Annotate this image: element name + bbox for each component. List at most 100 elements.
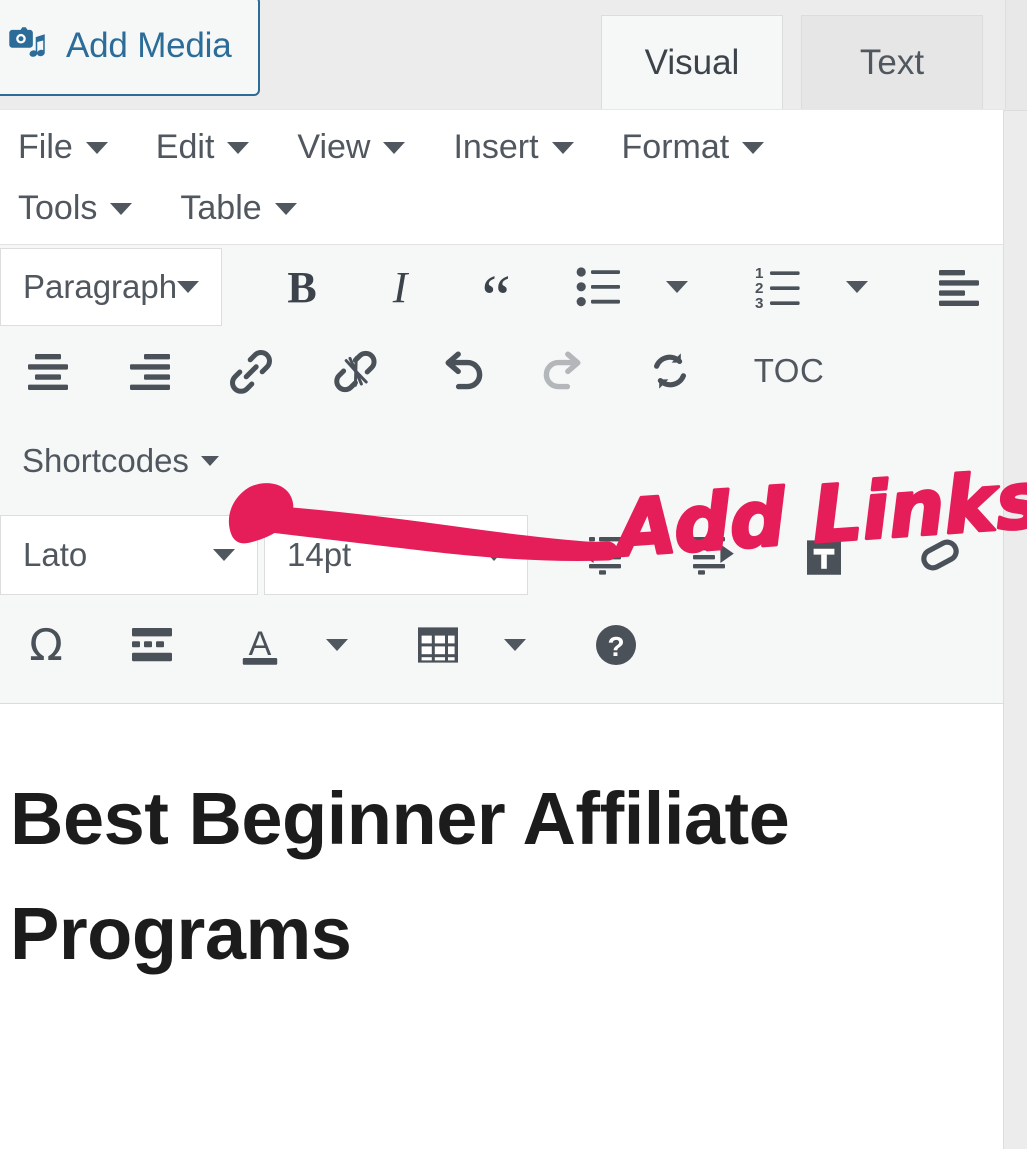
link-button[interactable] xyxy=(206,333,298,409)
topbar-inner: Add Media Visual Text xyxy=(0,0,1006,109)
tab-text-label: Text xyxy=(859,42,925,82)
indent-button[interactable] xyxy=(666,517,758,593)
editor-toolbar: Paragraph B I “ 1 2 3 TOC Shortcodes Lat… xyxy=(0,245,1003,704)
add-media-button[interactable]: Add Media xyxy=(0,0,260,96)
tab-text[interactable]: Text xyxy=(801,15,983,109)
outdent-button[interactable] xyxy=(556,517,648,593)
font-size-value: 14pt xyxy=(287,536,352,573)
bullet-list-icon xyxy=(576,266,624,308)
media-camera-music-icon xyxy=(2,23,48,69)
chevron-down-icon xyxy=(177,281,200,293)
unlink-button[interactable] xyxy=(310,333,402,409)
eraser-icon xyxy=(916,533,964,577)
svg-text:?: ? xyxy=(607,631,624,662)
bullet-list-options-button[interactable] xyxy=(646,249,708,325)
table-options-button[interactable] xyxy=(484,607,546,683)
redo-icon xyxy=(539,349,589,393)
block-format-value: Paragraph xyxy=(23,268,178,305)
menu-table-label: Table xyxy=(180,189,262,227)
link-icon xyxy=(227,348,277,394)
align-left-icon xyxy=(937,267,983,307)
tab-visual[interactable]: Visual xyxy=(601,15,783,109)
omega-icon: Ω xyxy=(29,619,63,671)
shortcodes-button[interactable]: Shortcodes xyxy=(6,436,229,486)
chevron-down-icon xyxy=(504,639,526,651)
italic-label: I xyxy=(392,262,408,312)
align-left-button[interactable] xyxy=(914,249,1006,325)
page-break-icon xyxy=(129,626,175,664)
page-break-button[interactable] xyxy=(106,607,198,683)
editor-content-area[interactable]: Best Beginner Affiliate Programs xyxy=(0,704,1003,992)
menu-file[interactable]: File xyxy=(12,124,124,171)
svg-text:A: A xyxy=(249,625,272,663)
align-center-button[interactable] xyxy=(2,333,94,409)
menu-tools[interactable]: Tools xyxy=(12,185,148,232)
add-media-label: Add Media xyxy=(66,26,232,65)
menu-insert-label: Insert xyxy=(453,128,539,166)
undo-button[interactable] xyxy=(416,333,508,409)
chevron-down-icon xyxy=(213,549,235,561)
menu-table[interactable]: Table xyxy=(174,185,312,232)
post-title[interactable]: Best Beginner Affiliate Programs xyxy=(10,762,920,991)
toc-label: TOC xyxy=(753,352,825,389)
numbered-list-options-button[interactable] xyxy=(826,249,888,325)
menu-edit-label: Edit xyxy=(155,128,215,166)
menu-edit[interactable]: Edit xyxy=(150,124,266,171)
toolbar-row-4: Lato 14pt xyxy=(0,509,1003,601)
toolbar-row-2: TOC xyxy=(0,329,1003,413)
chevron-down-icon xyxy=(551,141,574,154)
chevron-down-icon xyxy=(110,202,133,215)
align-center-icon xyxy=(25,351,71,391)
chevron-down-icon xyxy=(85,141,108,154)
menubar-row-1: File Edit View Insert Format xyxy=(0,124,1003,171)
menu-tools-label: Tools xyxy=(18,189,98,227)
menu-format-label: Format xyxy=(621,128,730,166)
menu-file-label: File xyxy=(18,128,73,166)
menubar-row-2: Tools Table xyxy=(0,185,1003,232)
chevron-down-icon xyxy=(846,281,869,293)
text-color-icon: A xyxy=(236,622,284,668)
paste-as-text-button[interactable] xyxy=(778,517,870,593)
tab-visual-label: Visual xyxy=(644,42,740,82)
sync-icon xyxy=(646,349,694,393)
redo-button[interactable] xyxy=(518,333,610,409)
unlink-icon xyxy=(331,348,381,394)
text-color-options-button[interactable] xyxy=(306,607,368,683)
toolbar-row-3: Shortcodes xyxy=(0,413,1003,509)
outdent-icon xyxy=(577,535,627,575)
editor-mode-tabs: Visual Text xyxy=(601,15,1005,109)
align-right-icon xyxy=(127,351,173,391)
font-family-select[interactable]: Lato xyxy=(0,515,258,595)
numbered-list-button[interactable]: 1 2 3 xyxy=(734,249,826,325)
menu-format[interactable]: Format xyxy=(616,124,781,171)
indent-icon xyxy=(687,535,737,575)
special-character-button[interactable]: Ω xyxy=(0,607,92,683)
align-right-button[interactable] xyxy=(104,333,196,409)
menu-view[interactable]: View xyxy=(291,124,421,171)
bold-label: B xyxy=(287,262,317,312)
editor-screen: Add Media Visual Text File Edit View Ins… xyxy=(0,0,1027,1149)
clear-formatting-button[interactable] xyxy=(894,517,986,593)
menu-insert[interactable]: Insert xyxy=(447,124,589,171)
chevron-down-icon xyxy=(742,141,765,154)
italic-button[interactable]: I xyxy=(354,249,446,325)
chevron-down-icon xyxy=(274,202,297,215)
bold-button[interactable]: B xyxy=(256,249,348,325)
svg-text:3: 3 xyxy=(755,295,763,309)
chevron-down-icon xyxy=(483,549,505,561)
table-button[interactable] xyxy=(392,607,484,683)
paste-as-text-icon xyxy=(801,532,847,578)
text-color-button[interactable]: A xyxy=(214,607,306,683)
editor-topbar: Add Media Visual Text xyxy=(0,0,1027,111)
toolbar-row-1: Paragraph B I “ 1 2 3 xyxy=(0,245,1006,331)
block-format-select[interactable]: Paragraph xyxy=(0,248,223,326)
chevron-down-icon xyxy=(227,141,250,154)
sync-button[interactable] xyxy=(624,333,716,409)
editor-menubar: File Edit View Insert Format Tools Table xyxy=(0,110,1003,245)
toc-button[interactable]: TOC xyxy=(734,333,844,409)
help-icon: ? xyxy=(593,622,639,668)
font-size-select[interactable]: 14pt xyxy=(264,515,528,595)
help-button[interactable]: ? xyxy=(570,607,662,683)
bullet-list-button[interactable] xyxy=(554,249,646,325)
blockquote-button[interactable]: “ xyxy=(450,249,542,331)
